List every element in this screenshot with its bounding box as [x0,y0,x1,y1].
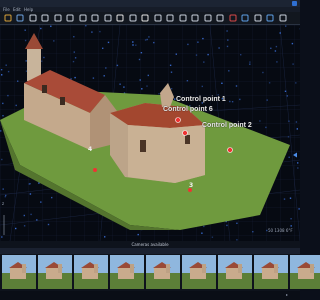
camera-thumbnail[interactable] [254,255,288,289]
camera-icon[interactable] [28,13,37,22]
thumbnail-toolbar [0,248,300,254]
camera-thumbnail[interactable] [182,255,216,289]
rotate-icon[interactable] [66,13,75,22]
control-point-label[interactable]: Control point 1 [176,96,226,103]
marker-number: 4 [88,146,93,153]
toolbar [0,12,300,25]
marker-number: 3 [189,182,194,189]
select-icon[interactable] [91,13,100,22]
settings-icon[interactable] [178,13,187,22]
camera-thumbnail[interactable] [2,255,36,289]
camera-thumbnail[interactable] [146,255,180,289]
flag-icon[interactable] [228,13,237,22]
control-point-label[interactable]: Control point 6 [163,106,213,113]
help-icon[interactable] [278,13,287,22]
ruler-icon[interactable] [128,13,137,22]
axis-label: z [2,201,5,206]
scroll-right-icon[interactable]: ▸ [286,292,288,297]
thumbnail-list [0,255,320,289]
camera-thumbnail[interactable] [218,255,252,289]
filter-icon[interactable] [216,13,225,22]
move-icon[interactable] [53,13,62,22]
circle-icon[interactable] [191,13,200,22]
mesh-icon[interactable] [153,13,162,22]
pen-icon[interactable] [116,13,125,22]
scene-render[interactable] [0,25,300,241]
chart-icon[interactable] [241,13,250,22]
scale-icon[interactable] [78,13,87,22]
target-icon[interactable] [141,13,150,22]
camera-thumbnail[interactable] [38,255,72,289]
save-icon[interactable] [16,13,25,22]
grid-icon[interactable] [41,13,50,22]
shield-icon[interactable] [166,13,175,22]
window-control-button[interactable] [292,1,297,6]
3d-viewport[interactable]: Control point 1 Control point 6 Control … [0,25,300,241]
camera-thumbnail[interactable] [290,255,320,289]
box-icon[interactable] [253,13,262,22]
thumbnail-panel-title: Cameras available [131,242,169,247]
status-bar: ▸ [0,291,300,300]
lasso-icon[interactable] [103,13,112,22]
layers-icon[interactable] [266,13,275,22]
coordinate-readout: 50 1308 6°F [268,228,293,233]
control-point-label[interactable]: Control point 2 [202,122,252,129]
collapse-panel-icon[interactable] [292,143,298,158]
square-icon[interactable] [203,13,212,22]
title-bar [0,0,300,7]
camera-thumbnail[interactable] [74,255,108,289]
camera-thumbnail[interactable] [110,255,144,289]
folder-icon[interactable] [3,13,12,22]
